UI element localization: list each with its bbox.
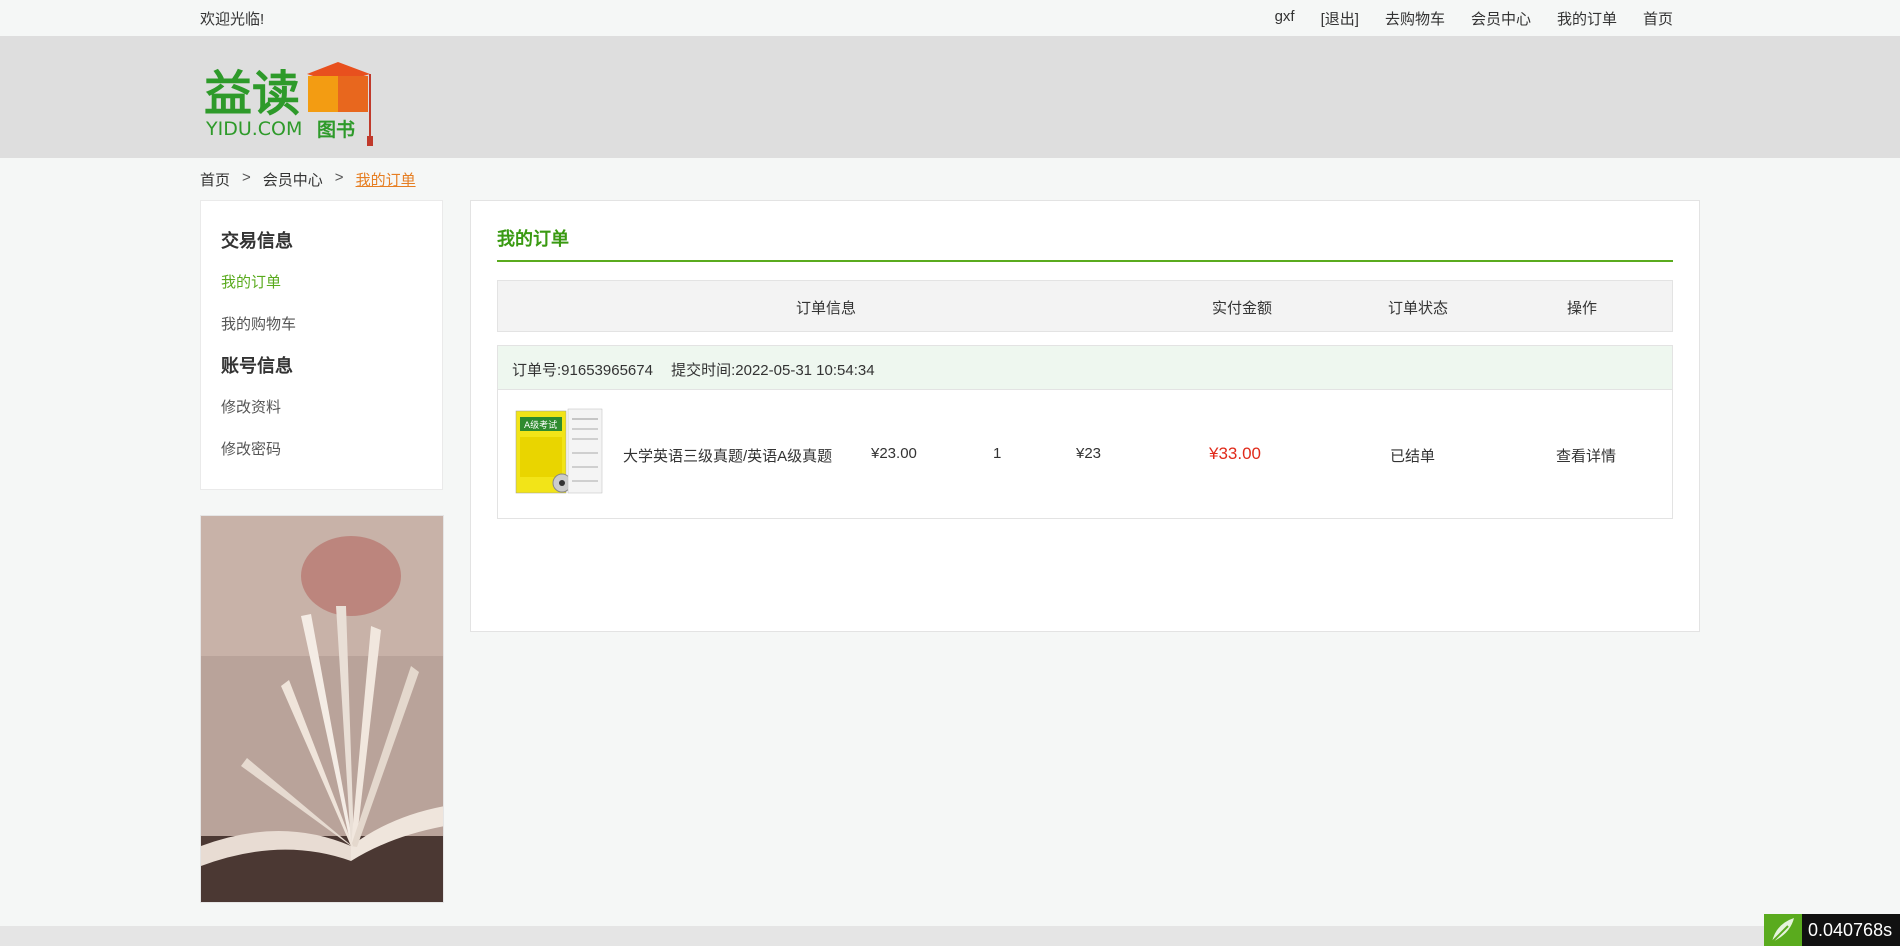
footer-strip bbox=[0, 926, 1900, 946]
sidebar-book-photo bbox=[200, 515, 444, 903]
page-title: 我的订单 bbox=[497, 229, 569, 249]
order-card: 订单号:91653965674 提交时间:2022-05-31 10:54:34… bbox=[497, 345, 1673, 519]
logout-link[interactable]: [退出] bbox=[1321, 8, 1359, 29]
top-links: gxf [退出] 去购物车 会员中心 我的订单 首页 bbox=[1275, 8, 1673, 29]
order-time: 提交时间:2022-05-31 10:54:34 bbox=[671, 362, 875, 379]
top-bar: 欢迎光临! gxf [退出] 去购物车 会员中心 我的订单 首页 bbox=[0, 0, 1900, 36]
order-status: 已结单 bbox=[1390, 448, 1436, 465]
order-number: 订单号:91653965674 bbox=[512, 362, 653, 379]
logo-main-text: 益读 bbox=[204, 66, 300, 122]
orders-table-header: 订单信息 实付金额 订单状态 操作 bbox=[497, 280, 1673, 332]
unit-price: ¥23.00 bbox=[871, 445, 917, 462]
site-logo[interactable]: 益读 YIDU.COM 图书 bbox=[204, 56, 376, 176]
leaf-icon bbox=[1764, 914, 1802, 946]
breadcrumb: 首页 > 会员中心 > 我的订单 bbox=[200, 169, 416, 190]
username-link[interactable]: gxf bbox=[1275, 8, 1295, 29]
sidebar-item-my-orders[interactable]: 我的订单 bbox=[221, 271, 296, 292]
sidebar-group-title: 账号信息 bbox=[221, 356, 293, 376]
title-divider bbox=[497, 260, 1673, 262]
home-link[interactable]: 首页 bbox=[1643, 8, 1673, 29]
column-header-action: 操作 bbox=[1567, 300, 1598, 317]
book-cover-text: A级考试 bbox=[524, 419, 557, 431]
column-header-status: 订单状态 bbox=[1388, 300, 1449, 317]
sidebar-item-change-password[interactable]: 修改密码 bbox=[221, 438, 293, 459]
order-header: 订单号:91653965674 提交时间:2022-05-31 10:54:34 bbox=[498, 346, 1672, 390]
sidebar-item-my-cart[interactable]: 我的购物车 bbox=[221, 313, 296, 334]
quantity: 1 bbox=[993, 445, 1002, 462]
order-item-row: A级考试 大学英语三级真题/英语A级真题 ¥23.00 1 ¥23 ¥33.00… bbox=[498, 390, 1672, 519]
breadcrumb-home[interactable]: 首页 bbox=[200, 169, 230, 190]
orders-panel: 我的订单 订单信息 实付金额 订单状态 操作 订单号:91653965674 提… bbox=[470, 200, 1700, 632]
my-orders-link[interactable]: 我的订单 bbox=[1557, 8, 1617, 29]
cart-link[interactable]: 去购物车 bbox=[1385, 8, 1445, 29]
book-cover-image[interactable]: A级考试 bbox=[514, 407, 604, 496]
member-center-link[interactable]: 会员中心 bbox=[1471, 8, 1531, 29]
logo-sub-text: YIDU.COM bbox=[205, 118, 302, 140]
book-title-link[interactable]: 大学英语三级真题/英语A级真题 bbox=[623, 445, 832, 466]
subtotal: ¥23 bbox=[1076, 445, 1102, 462]
sidebar-group-account: 账号信息 修改资料 修改密码 bbox=[201, 352, 293, 459]
breadcrumb-separator: > bbox=[334, 169, 344, 186]
open-book-image bbox=[201, 516, 443, 902]
debug-timer: 0.040768s bbox=[1764, 914, 1900, 946]
sidebar-group-trade: 交易信息 我的订单 我的购物车 bbox=[201, 227, 296, 334]
column-header-paid: 实付金额 bbox=[1212, 300, 1273, 317]
timer-value: 0.040768s bbox=[1808, 919, 1893, 940]
sidebar-item-edit-profile[interactable]: 修改资料 bbox=[221, 396, 293, 417]
paid-amount: ¥33.00 bbox=[1209, 444, 1261, 463]
breadcrumb-current[interactable]: 我的订单 bbox=[356, 169, 416, 190]
view-details-link[interactable]: 查看详情 bbox=[1556, 445, 1616, 466]
header-banner: 益读 YIDU.COM 图书 bbox=[0, 36, 1900, 158]
sidebar-menu: 交易信息 我的订单 我的购物车 账号信息 修改资料 修改密码 bbox=[200, 200, 443, 490]
welcome-text: 欢迎光临! bbox=[200, 11, 265, 28]
breadcrumb-member[interactable]: 会员中心 bbox=[263, 169, 323, 190]
sidebar-group-title: 交易信息 bbox=[221, 231, 293, 251]
breadcrumb-separator: > bbox=[242, 169, 251, 186]
logo-tag-text: 图书 bbox=[317, 119, 355, 141]
column-header-order-info: 订单信息 bbox=[796, 300, 857, 317]
